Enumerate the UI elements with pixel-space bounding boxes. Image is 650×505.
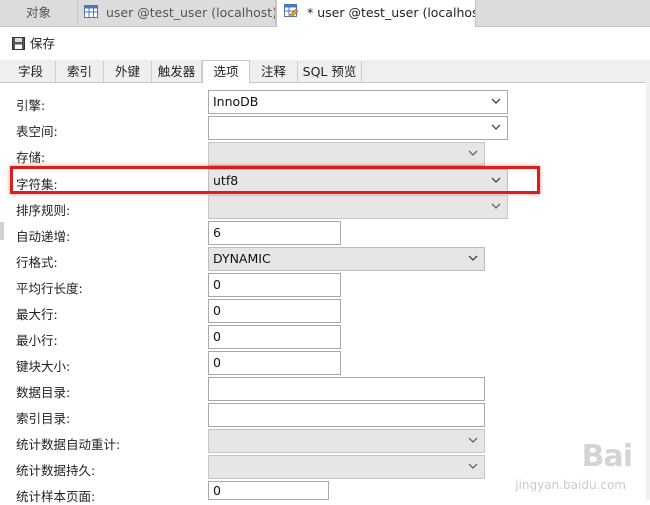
watermark-url: jingyan.baidu.com [515, 478, 626, 492]
auto-increment-input[interactable]: 6 [208, 221, 341, 245]
tab-foreign-keys-label: 外键 [114, 64, 140, 79]
stats-sample-pages-input[interactable]: 0 [208, 481, 329, 500]
max-rows-label: 最大行: [16, 307, 58, 322]
data-directory-input[interactable] [208, 377, 485, 401]
tab-user-table-modified-label: * user @test_user (localhost... [306, 5, 475, 20]
tab-sql-preview-label: SQL 预览 [302, 64, 357, 79]
watermark-logo: Bai [581, 439, 633, 474]
tab-comment-label: 注释 [260, 64, 286, 79]
tablespace-label: 表空间: [16, 124, 58, 139]
key-block-size-label: 键块大小: [16, 359, 71, 374]
chevron-down-icon [468, 437, 478, 443]
min-rows-value: 0 [213, 329, 221, 344]
designer-tab-bar: 字段 索引 外键 触发器 选项 注释 SQL 预览 [0, 60, 650, 84]
stats-persistent-label: 统计数据持久: [16, 463, 96, 478]
tab-foreign-keys[interactable]: 外键 [104, 61, 152, 82]
tab-indexes-label: 索引 [66, 64, 92, 79]
avg-row-length-label: 平均行长度: [16, 281, 83, 296]
tab-user-table-saved[interactable]: user @test_user (localhost) [78, 0, 276, 25]
chevron-down-icon [491, 98, 501, 104]
tab-user-table-modified[interactable]: * user @test_user (localhost... [276, 0, 476, 27]
collation-label: 排序规则: [16, 203, 71, 218]
stats-sample-pages-label: 统计样本页面: [16, 489, 96, 504]
table-icon [84, 1, 98, 25]
storage-select[interactable] [208, 142, 485, 166]
save-button[interactable]: 保存 [12, 35, 55, 53]
row-marker [0, 222, 4, 240]
stats-auto-recalc-label: 统计数据自动重计: [16, 437, 121, 452]
row-format-label: 行格式: [16, 255, 58, 270]
key-block-size-value: 0 [213, 355, 221, 370]
chevron-down-icon [468, 255, 478, 261]
row-format-select[interactable]: DYNAMIC [208, 247, 485, 271]
save-button-label: 保存 [30, 36, 56, 51]
min-rows-input[interactable]: 0 [208, 325, 341, 349]
data-directory-label: 数据目录: [16, 385, 71, 400]
min-rows-label: 最小行: [16, 333, 58, 348]
tablespace-select[interactable] [208, 116, 508, 140]
save-icon [12, 37, 25, 50]
tab-sql-preview[interactable]: SQL 预览 [298, 61, 362, 82]
auto-increment-label: 自动递增: [16, 229, 71, 244]
charset-highlight-box [10, 166, 540, 194]
engine-label: 引擎: [16, 98, 46, 113]
stats-sample-pages-value: 0 [213, 483, 221, 498]
collation-select[interactable] [208, 195, 508, 219]
chevron-down-icon [491, 124, 501, 130]
auto-increment-value: 6 [213, 225, 221, 240]
tab-triggers-label: 触发器 [157, 64, 196, 79]
toolbar: 保存 [0, 27, 650, 59]
stats-auto-recalc-select[interactable] [208, 429, 485, 453]
table-design-icon [284, 1, 299, 26]
vertical-scrollbar[interactable] [646, 82, 650, 500]
engine-value: InnoDB [213, 94, 259, 109]
row-format-value: DYNAMIC [213, 251, 271, 266]
tab-objects[interactable]: 对象 [0, 0, 78, 25]
engine-select[interactable]: InnoDB [208, 90, 508, 114]
max-rows-value: 0 [213, 303, 221, 318]
document-tab-bar: 对象 user @test_user (localhost) * user @t… [0, 0, 650, 27]
key-block-size-input[interactable]: 0 [208, 351, 341, 375]
tab-fields[interactable]: 字段 [6, 61, 56, 82]
chevron-down-icon [468, 463, 478, 469]
tab-comment[interactable]: 注释 [250, 61, 298, 82]
tab-objects-label: 对象 [25, 5, 51, 20]
tab-options-label: 选项 [213, 64, 239, 79]
chevron-down-icon [491, 203, 501, 209]
index-directory-label: 索引目录: [16, 411, 71, 426]
avg-row-length-value: 0 [213, 277, 221, 292]
avg-row-length-input[interactable]: 0 [208, 273, 341, 297]
max-rows-input[interactable]: 0 [208, 299, 341, 323]
index-directory-input[interactable] [208, 403, 485, 427]
tab-options[interactable]: 选项 [202, 60, 250, 84]
storage-label: 存储: [16, 150, 46, 165]
tab-indexes[interactable]: 索引 [56, 61, 104, 82]
tab-user-table-saved-label: user @test_user (localhost) [105, 5, 276, 20]
tab-triggers[interactable]: 触发器 [152, 61, 202, 82]
chevron-down-icon [468, 150, 478, 156]
tab-fields-label: 字段 [17, 64, 43, 79]
stats-persistent-select[interactable] [208, 455, 485, 479]
